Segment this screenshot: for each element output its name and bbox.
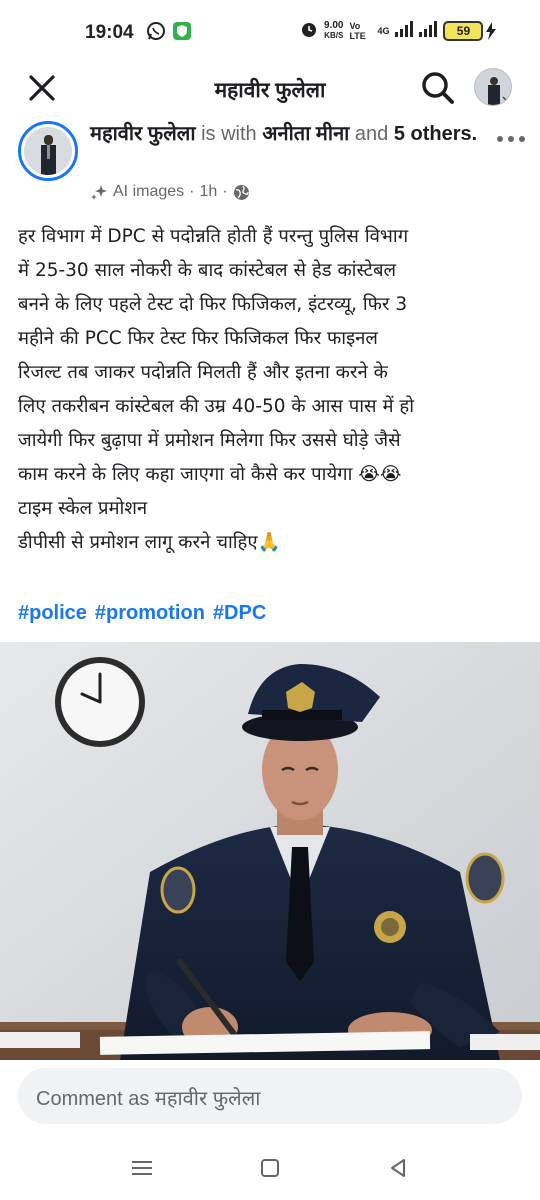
recents-button[interactable] (128, 1154, 156, 1182)
post-line: काम करने के लिए कहा जाएगा वो कैसे कर पाय… (18, 464, 402, 485)
alarm-icon (300, 20, 318, 41)
battery-level: 59 (443, 20, 484, 41)
speed-unit: KB/S (324, 30, 344, 40)
meta-separator: · (189, 183, 195, 200)
is-with-text: is with (201, 123, 257, 145)
post-line: टाइम स्केल प्रमोशन (18, 498, 148, 519)
home-nav-icon (261, 1159, 279, 1177)
hashtag-link[interactable]: #DPC (213, 602, 266, 625)
ai-images-label[interactable]: AI images (113, 183, 184, 201)
net-speed: 9.00 KB/S (324, 19, 344, 41)
whatsapp-icon (146, 21, 166, 46)
post-line: रिजल्ट तब जाकर पदोन्नति मिलती हैं और इतन… (18, 362, 388, 383)
police-officer-image (0, 642, 540, 1060)
and-text: and (354, 123, 389, 145)
back-nav-icon (391, 1159, 405, 1177)
speed-value: 9.00 (324, 19, 344, 31)
globe-icon (233, 184, 249, 200)
post-line: बनने के लिए पहले टेस्ट दो फिर फिजिकल, इं… (18, 294, 408, 315)
hashtag-link[interactable]: #promotion (95, 602, 205, 625)
network-label: 4G (377, 25, 390, 36)
hashtag-link[interactable]: #police (18, 602, 87, 625)
status-time: 19:04 (85, 22, 134, 43)
ai-sparkle-icon (91, 185, 107, 200)
system-nav-bar (0, 1140, 540, 1200)
search-icon (422, 72, 454, 104)
post-image[interactable] (0, 642, 540, 1060)
post-line: जायेगी फिर बुढ़ापा में प्रमोशन मिलेगा फि… (18, 430, 401, 451)
post-line: लिए तकरीबन कांस्टेबल की उम्र 40-50 के आस… (18, 396, 415, 417)
charging-icon (486, 21, 497, 40)
home-button[interactable] (256, 1154, 284, 1182)
signal-icon (395, 20, 438, 41)
profile-avatar[interactable] (474, 68, 512, 106)
post-line: डीपीसी से प्रमोशन लागू करने चाहिए🙏 (18, 532, 281, 553)
search-button[interactable] (420, 70, 456, 106)
volte-label: Vo LTE (349, 20, 366, 41)
comment-placeholder: Comment as महावीर फुलेला (36, 1088, 261, 1110)
post-subline: AI images · 1h · (90, 183, 250, 201)
others-link[interactable]: 5 others. (394, 123, 477, 145)
post-line: में 25-30 साल नोकरी के बाद कांस्टेबल से … (18, 260, 397, 281)
battery-icon: 59 (443, 20, 497, 41)
page-title: महावीर फुलेला (214, 79, 326, 102)
status-bar: 19:04 9.00 KB/S Vo LTE 4G 59 (0, 0, 540, 64)
comment-input[interactable]: Comment as महावीर फुलेला (18, 1068, 522, 1124)
shield-app-icon (172, 21, 192, 46)
more-icon (497, 136, 525, 142)
meta-separator-2: · (222, 183, 228, 200)
author-name[interactable]: महावीर फुलेला (90, 123, 196, 145)
more-options-button[interactable] (496, 124, 526, 150)
post-line: महीने की PCC फिर टेस्ट फिर फिजिकल फिर फा… (18, 328, 378, 349)
hashtags: #police #promotion #DPC (18, 602, 266, 625)
author-avatar[interactable] (18, 121, 78, 181)
tagged-user[interactable]: अनीता मीना (262, 123, 349, 145)
back-button[interactable] (384, 1154, 412, 1182)
post-line: हर विभाग में DPC से पदोन्नति होती हैं पर… (18, 226, 409, 247)
post-time[interactable]: 1h (199, 183, 217, 201)
app-header: महावीर फुलेला (0, 64, 540, 116)
menu-nav-icon (132, 1161, 152, 1175)
post-author-line: महावीर फुलेला is with अनीता मीना and 5 o… (90, 119, 480, 149)
post-body: हर विभाग में DPC से पदोन्नति होती हैं पर… (18, 220, 523, 560)
